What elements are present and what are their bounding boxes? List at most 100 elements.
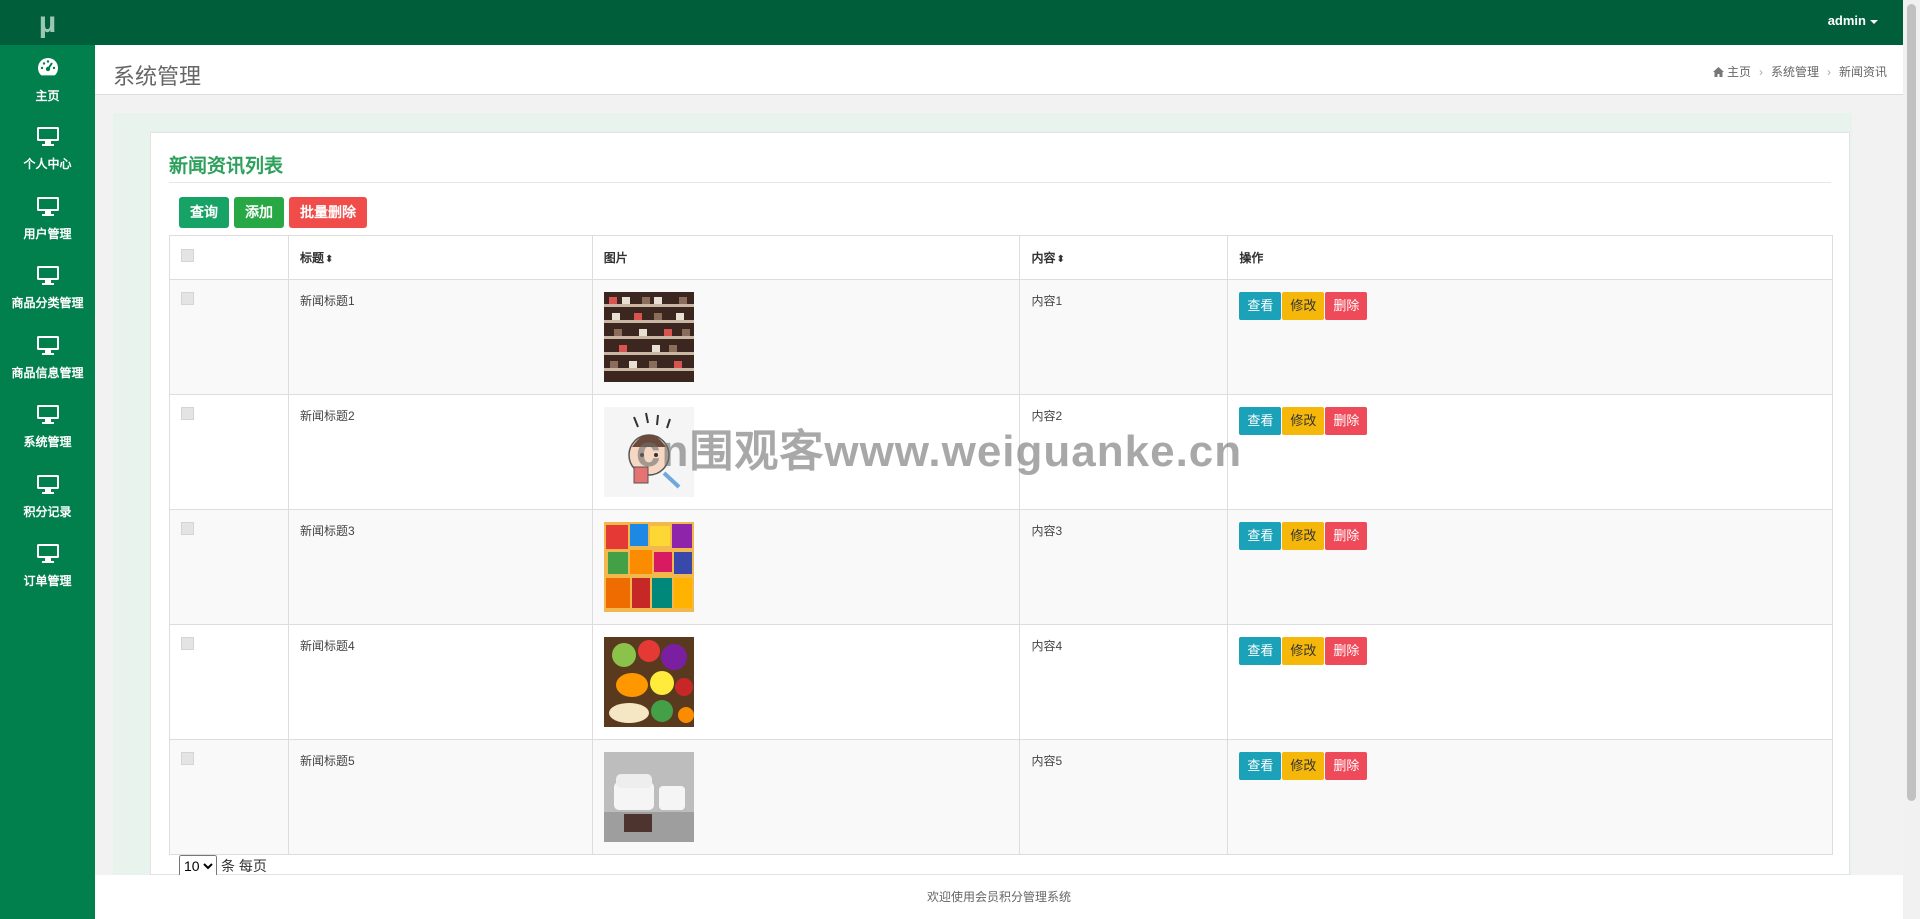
delete-button[interactable]: 删除 [1325, 522, 1368, 550]
shoe-rack-photo[interactable] [603, 292, 694, 382]
cell-actions: 查看 修改 删除 [1227, 279, 1833, 395]
sidebar-item-label: 主页 [35, 88, 60, 103]
news-list-card: 新闻资讯列表 查询 添加 批量删除 标题⬍ 图片 内容⬍ 操作 新闻标题1 内容… [150, 132, 1850, 877]
cell-image [591, 394, 1021, 510]
column-header-actions: 操作 [1227, 235, 1833, 280]
edit-button[interactable]: 修改 [1282, 752, 1325, 780]
view-button[interactable]: 查看 [1239, 637, 1282, 665]
fruit-platter-photo[interactable] [603, 637, 694, 727]
table-row: 新闻标题1 内容1 查看 修改 删除 [169, 279, 1833, 395]
row-checkbox[interactable] [181, 637, 194, 650]
sidebar-item-label: 积分记录 [23, 504, 72, 519]
row-checkbox[interactable] [181, 292, 194, 305]
sidebar-item-label: 用户管理 [23, 226, 72, 241]
content-area: 新闻资讯列表 查询 添加 批量删除 标题⬍ 图片 内容⬍ 操作 新闻标题1 内容… [113, 113, 1852, 877]
table-header-row: 标题⬍ 图片 内容⬍ 操作 [169, 235, 1833, 280]
column-header-image: 图片 [591, 235, 1021, 280]
sort-icon: ⬍ [324, 254, 334, 265]
table-row: 新闻标题3 内容3 查看 修改 删除 [169, 509, 1833, 625]
cell-content: 内容1 [1019, 279, 1229, 395]
monitor-icon [36, 404, 60, 427]
cell-actions: 查看 修改 删除 [1227, 624, 1833, 740]
view-button[interactable]: 查看 [1239, 292, 1282, 320]
sidebar-item-system[interactable]: 系统管理 [0, 393, 95, 463]
sidebar-item-label: 商品信息管理 [11, 365, 84, 380]
card-title: 新闻资讯列表 [169, 156, 284, 177]
divider [169, 182, 1831, 183]
sidebar-item-orders[interactable]: 订单管理 [0, 532, 95, 602]
sidebar-item-products[interactable]: 商品信息管理 [0, 323, 95, 393]
row-checkbox[interactable] [181, 752, 194, 765]
select-all-checkbox[interactable] [181, 248, 194, 262]
toolbar: 查询 添加 批量删除 [179, 197, 367, 228]
view-button[interactable]: 查看 [1239, 407, 1282, 435]
sidebar-item-points[interactable]: 积分记录 [0, 462, 95, 532]
scrollbar-thumb[interactable] [1907, 4, 1916, 801]
snacks-photo[interactable] [603, 522, 694, 612]
top-bar: admin [95, 0, 1903, 45]
cell-image [591, 624, 1021, 740]
monitor-icon [36, 126, 60, 149]
caret-down-icon [1870, 19, 1878, 24]
sidebar-item-label: 商品分类管理 [11, 296, 84, 311]
breadcrumb-home[interactable]: 主页 [1712, 63, 1751, 80]
edit-button[interactable]: 修改 [1282, 637, 1325, 665]
cell-title: 新闻标题3 [287, 509, 593, 625]
cell-actions: 查看 修改 删除 [1227, 394, 1833, 510]
user-name: admin [1827, 13, 1866, 28]
monitor-icon [36, 474, 60, 497]
query-button[interactable]: 查询 [179, 197, 229, 228]
cell-content: 内容2 [1019, 394, 1229, 510]
add-button[interactable]: 添加 [234, 197, 284, 228]
edit-button[interactable]: 修改 [1282, 292, 1325, 320]
cell-title: 新闻标题2 [287, 394, 593, 510]
row-checkbox[interactable] [181, 407, 194, 420]
sidebar-item-users[interactable]: 用户管理 [0, 184, 95, 254]
sidebar-item-categories[interactable]: 商品分类管理 [0, 254, 95, 324]
page-header: 系统管理 主页 › 系统管理 › 新闻资讯 [95, 45, 1903, 95]
cell-title: 新闻标题1 [287, 279, 593, 395]
cell-title: 新闻标题5 [287, 739, 593, 855]
app-logo[interactable]: µ [0, 0, 95, 45]
monitor-icon [36, 543, 60, 566]
table-row: 新闻标题5 内容5 查看 修改 删除 [169, 739, 1833, 855]
edit-button[interactable]: 修改 [1282, 407, 1325, 435]
cell-content: 内容3 [1019, 509, 1229, 625]
edit-button[interactable]: 修改 [1282, 522, 1325, 550]
column-header-title[interactable]: 标题⬍ [287, 235, 593, 280]
page-title: 系统管理 [113, 64, 202, 89]
breadcrumb-system[interactable]: 系统管理 [1771, 63, 1819, 80]
sidebar-item-profile[interactable]: 个人中心 [0, 115, 95, 185]
monitor-icon [36, 265, 60, 288]
view-button[interactable]: 查看 [1239, 522, 1282, 550]
select-all-cell [169, 235, 289, 280]
delete-button[interactable]: 删除 [1325, 292, 1368, 320]
breadcrumb-separator: › [1826, 64, 1831, 79]
page-size-label: 条 每页 [221, 858, 267, 874]
cell-title: 新闻标题4 [287, 624, 593, 740]
sidebar: µ 主页 个人中心 用户管理 商品分类管理 商品信息管理 系统管理 积分记录 订… [0, 0, 95, 919]
bulk-delete-button[interactable]: 批量删除 [289, 197, 367, 228]
breadcrumb: 主页 › 系统管理 › 新闻资讯 [1712, 63, 1887, 80]
sidebar-item-home[interactable]: 主页 [0, 45, 95, 115]
delete-button[interactable]: 删除 [1325, 752, 1368, 780]
column-header-content[interactable]: 内容⬍ [1019, 235, 1229, 280]
home-icon [1712, 66, 1724, 77]
white-sofa-photo[interactable] [603, 752, 694, 842]
cell-image [591, 279, 1021, 395]
cartoon-illustration[interactable] [603, 407, 694, 497]
vertical-scrollbar[interactable] [1903, 0, 1920, 919]
monitor-icon [36, 335, 60, 358]
cell-actions: 查看 修改 删除 [1227, 509, 1833, 625]
dashboard-icon [36, 56, 60, 81]
user-menu[interactable]: admin [1828, 13, 1878, 28]
delete-button[interactable]: 删除 [1325, 407, 1368, 435]
delete-button[interactable]: 删除 [1325, 637, 1368, 665]
footer: 欢迎使用会员积分管理系统 [95, 875, 1903, 919]
view-button[interactable]: 查看 [1239, 752, 1282, 780]
cell-image [591, 739, 1021, 855]
breadcrumb-separator: › [1758, 64, 1763, 79]
page-size-select[interactable]: 10 20 50 [179, 855, 217, 877]
row-checkbox[interactable] [181, 522, 194, 535]
cell-content: 内容5 [1019, 739, 1229, 855]
